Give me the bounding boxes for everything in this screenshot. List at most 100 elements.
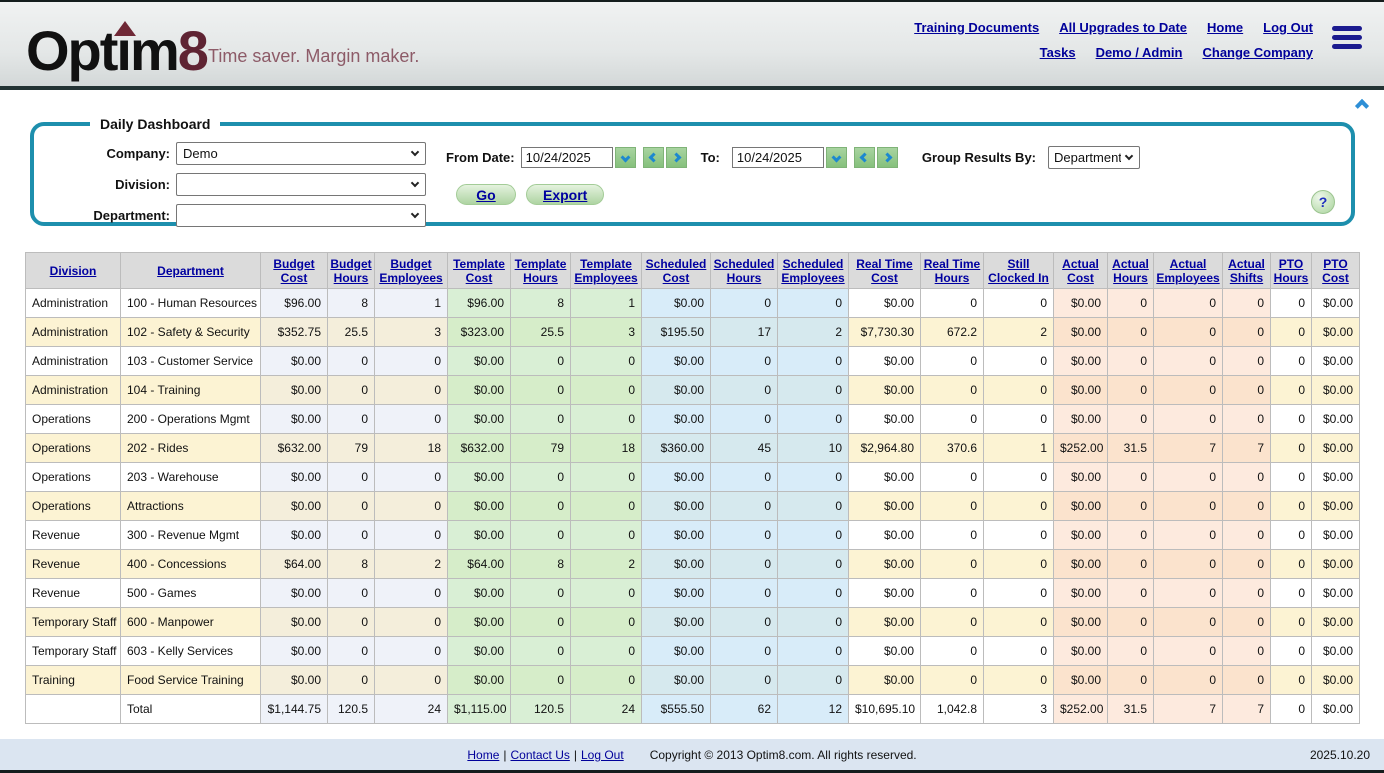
table-cell-scheduled_cost: $0.00 [642, 637, 711, 666]
table-cell-department: 203 - Warehouse [121, 463, 261, 492]
table-cell-template_cost: $64.00 [448, 550, 511, 579]
table-cell-actual_cost: $0.00 [1054, 289, 1108, 318]
daily-dashboard-panel: Daily Dashboard Company: Demo Division: [30, 116, 1355, 226]
go-button[interactable]: Go [456, 184, 516, 205]
sort-link-scheduled_employees[interactable]: Scheduled Employees [781, 257, 844, 285]
table-cell-scheduled_hours: 0 [711, 289, 778, 318]
table-cell-pto_cost: $0.00 [1312, 289, 1360, 318]
table-cell-department: 500 - Games [121, 579, 261, 608]
table-cell-actual_cost: $0.00 [1054, 376, 1108, 405]
table-cell-budget_employees: 3 [375, 318, 448, 347]
sort-link-pto_cost[interactable]: PTO Cost [1322, 257, 1349, 285]
table-cell-template_hours: 0 [511, 579, 571, 608]
nav-link-all-upgrades-to-date[interactable]: All Upgrades to Date [1059, 20, 1187, 35]
group-by-select[interactable]: Department [1048, 146, 1140, 169]
division-select[interactable] [176, 173, 426, 196]
table-cell-pto_hours: 0 [1271, 608, 1312, 637]
table-cell-real_time_hours: 0 [921, 550, 984, 579]
table-cell-scheduled_cost: $0.00 [642, 463, 711, 492]
table-cell-template_hours: 120.5 [511, 695, 571, 724]
footer-link-log-out[interactable]: Log Out [581, 748, 624, 762]
table-cell-division: Training [26, 666, 121, 695]
sort-link-template_hours[interactable]: Template Hours [515, 257, 567, 285]
sort-link-budget_employees[interactable]: Budget Employees [379, 257, 442, 285]
table-cell-pto_hours: 0 [1271, 666, 1312, 695]
sort-link-division[interactable]: Division [50, 264, 97, 278]
sort-link-template_employees[interactable]: Template Employees [574, 257, 637, 285]
column-header-actual_cost: Actual Cost [1054, 253, 1108, 289]
table-cell-actual_cost: $0.00 [1054, 637, 1108, 666]
table-cell-division: Administration [26, 289, 121, 318]
table-row: TrainingFood Service Training$0.0000$0.0… [26, 666, 1360, 695]
nav-link-training-documents[interactable]: Training Documents [914, 20, 1039, 35]
table-cell-actual_hours: 0 [1108, 608, 1154, 637]
table-cell-budget_hours: 25.5 [328, 318, 375, 347]
to-date-input[interactable] [732, 147, 824, 168]
sort-link-real_time_hours[interactable]: Real Time Hours [924, 257, 980, 285]
from-date-next-button[interactable] [666, 147, 687, 168]
table-cell-budget_hours: 0 [328, 405, 375, 434]
nav-link-demo-admin[interactable]: Demo / Admin [1096, 45, 1183, 60]
to-date-next-button[interactable] [877, 147, 898, 168]
nav-link-home[interactable]: Home [1207, 20, 1243, 35]
sort-link-budget_hours[interactable]: Budget Hours [330, 257, 371, 285]
table-cell-actual_cost: $252.00 [1054, 434, 1108, 463]
sort-link-department[interactable]: Department [157, 264, 224, 278]
nav-link-tasks[interactable]: Tasks [1040, 45, 1076, 60]
footer-link-home[interactable]: Home [467, 748, 499, 762]
table-cell-scheduled_hours: 0 [711, 463, 778, 492]
table-cell-department: 102 - Safety & Security [121, 318, 261, 347]
table-cell-department: 200 - Operations Mgmt [121, 405, 261, 434]
sort-link-pto_hours[interactable]: PTO Hours [1274, 257, 1309, 285]
table-cell-actual_cost: $0.00 [1054, 347, 1108, 376]
sort-link-actual_hours[interactable]: Actual Hours [1112, 257, 1149, 285]
table-row: Operations200 - Operations Mgmt$0.0000$0… [26, 405, 1360, 434]
table-cell-real_time_cost: $0.00 [849, 376, 921, 405]
sort-link-budget_cost[interactable]: Budget Cost [273, 257, 314, 285]
footer-link-contact-us[interactable]: Contact Us [511, 748, 570, 762]
table-cell-scheduled_cost: $195.50 [642, 318, 711, 347]
column-header-pto_cost: PTO Cost [1312, 253, 1360, 289]
to-date-calendar-button[interactable] [826, 147, 847, 168]
table-cell-template_cost: $96.00 [448, 289, 511, 318]
table-cell-department: 202 - Rides [121, 434, 261, 463]
table-cell-scheduled_hours: 0 [711, 492, 778, 521]
table-cell-budget_cost: $0.00 [261, 666, 328, 695]
table-cell-division: Operations [26, 463, 121, 492]
sort-link-scheduled_cost[interactable]: Scheduled Cost [646, 257, 707, 285]
column-header-scheduled_hours: Scheduled Hours [711, 253, 778, 289]
nav-link-change-company[interactable]: Change Company [1202, 45, 1313, 60]
sort-link-real_time_cost[interactable]: Real Time Cost [856, 257, 912, 285]
sort-link-template_cost[interactable]: Template Cost [453, 257, 505, 285]
from-date-calendar-button[interactable] [615, 147, 636, 168]
company-select[interactable]: Demo [176, 142, 426, 165]
column-header-budget_employees: Budget Employees [375, 253, 448, 289]
table-cell-template_hours: 8 [511, 550, 571, 579]
table-cell-division: Operations [26, 492, 121, 521]
hamburger-menu-icon[interactable] [1332, 26, 1362, 53]
export-button[interactable]: Export [526, 184, 604, 205]
table-cell-scheduled_cost: $360.00 [642, 434, 711, 463]
table-cell-scheduled_hours: 0 [711, 376, 778, 405]
table-cell-real_time_hours: 0 [921, 463, 984, 492]
collapse-panel-icon[interactable] [1357, 98, 1375, 110]
table-cell-actual_employees: 0 [1154, 289, 1223, 318]
table-cell-scheduled_hours: 45 [711, 434, 778, 463]
table-cell-budget_employees: 0 [375, 521, 448, 550]
to-date-prev-button[interactable] [854, 147, 875, 168]
version-date: 2025.10.20 [1310, 748, 1370, 762]
sort-link-actual_cost[interactable]: Actual Cost [1062, 257, 1099, 285]
table-cell-template_cost: $0.00 [448, 521, 511, 550]
from-date-input[interactable] [521, 147, 613, 168]
sort-link-scheduled_hours[interactable]: Scheduled Hours [714, 257, 775, 285]
sort-link-still_clocked_in[interactable]: Still Clocked In [988, 257, 1049, 285]
table-total-row: Total$1,144.75120.524$1,115.00120.524$55… [26, 695, 1360, 724]
help-button[interactable]: ? [1311, 190, 1335, 214]
department-select[interactable] [176, 204, 426, 227]
table-cell-template_employees: 0 [571, 637, 642, 666]
column-header-actual_shifts: Actual Shifts [1223, 253, 1271, 289]
sort-link-actual_employees[interactable]: Actual Employees [1156, 257, 1219, 285]
sort-link-actual_shifts[interactable]: Actual Shifts [1228, 257, 1265, 285]
from-date-prev-button[interactable] [643, 147, 664, 168]
nav-link-log-out[interactable]: Log Out [1263, 20, 1313, 35]
